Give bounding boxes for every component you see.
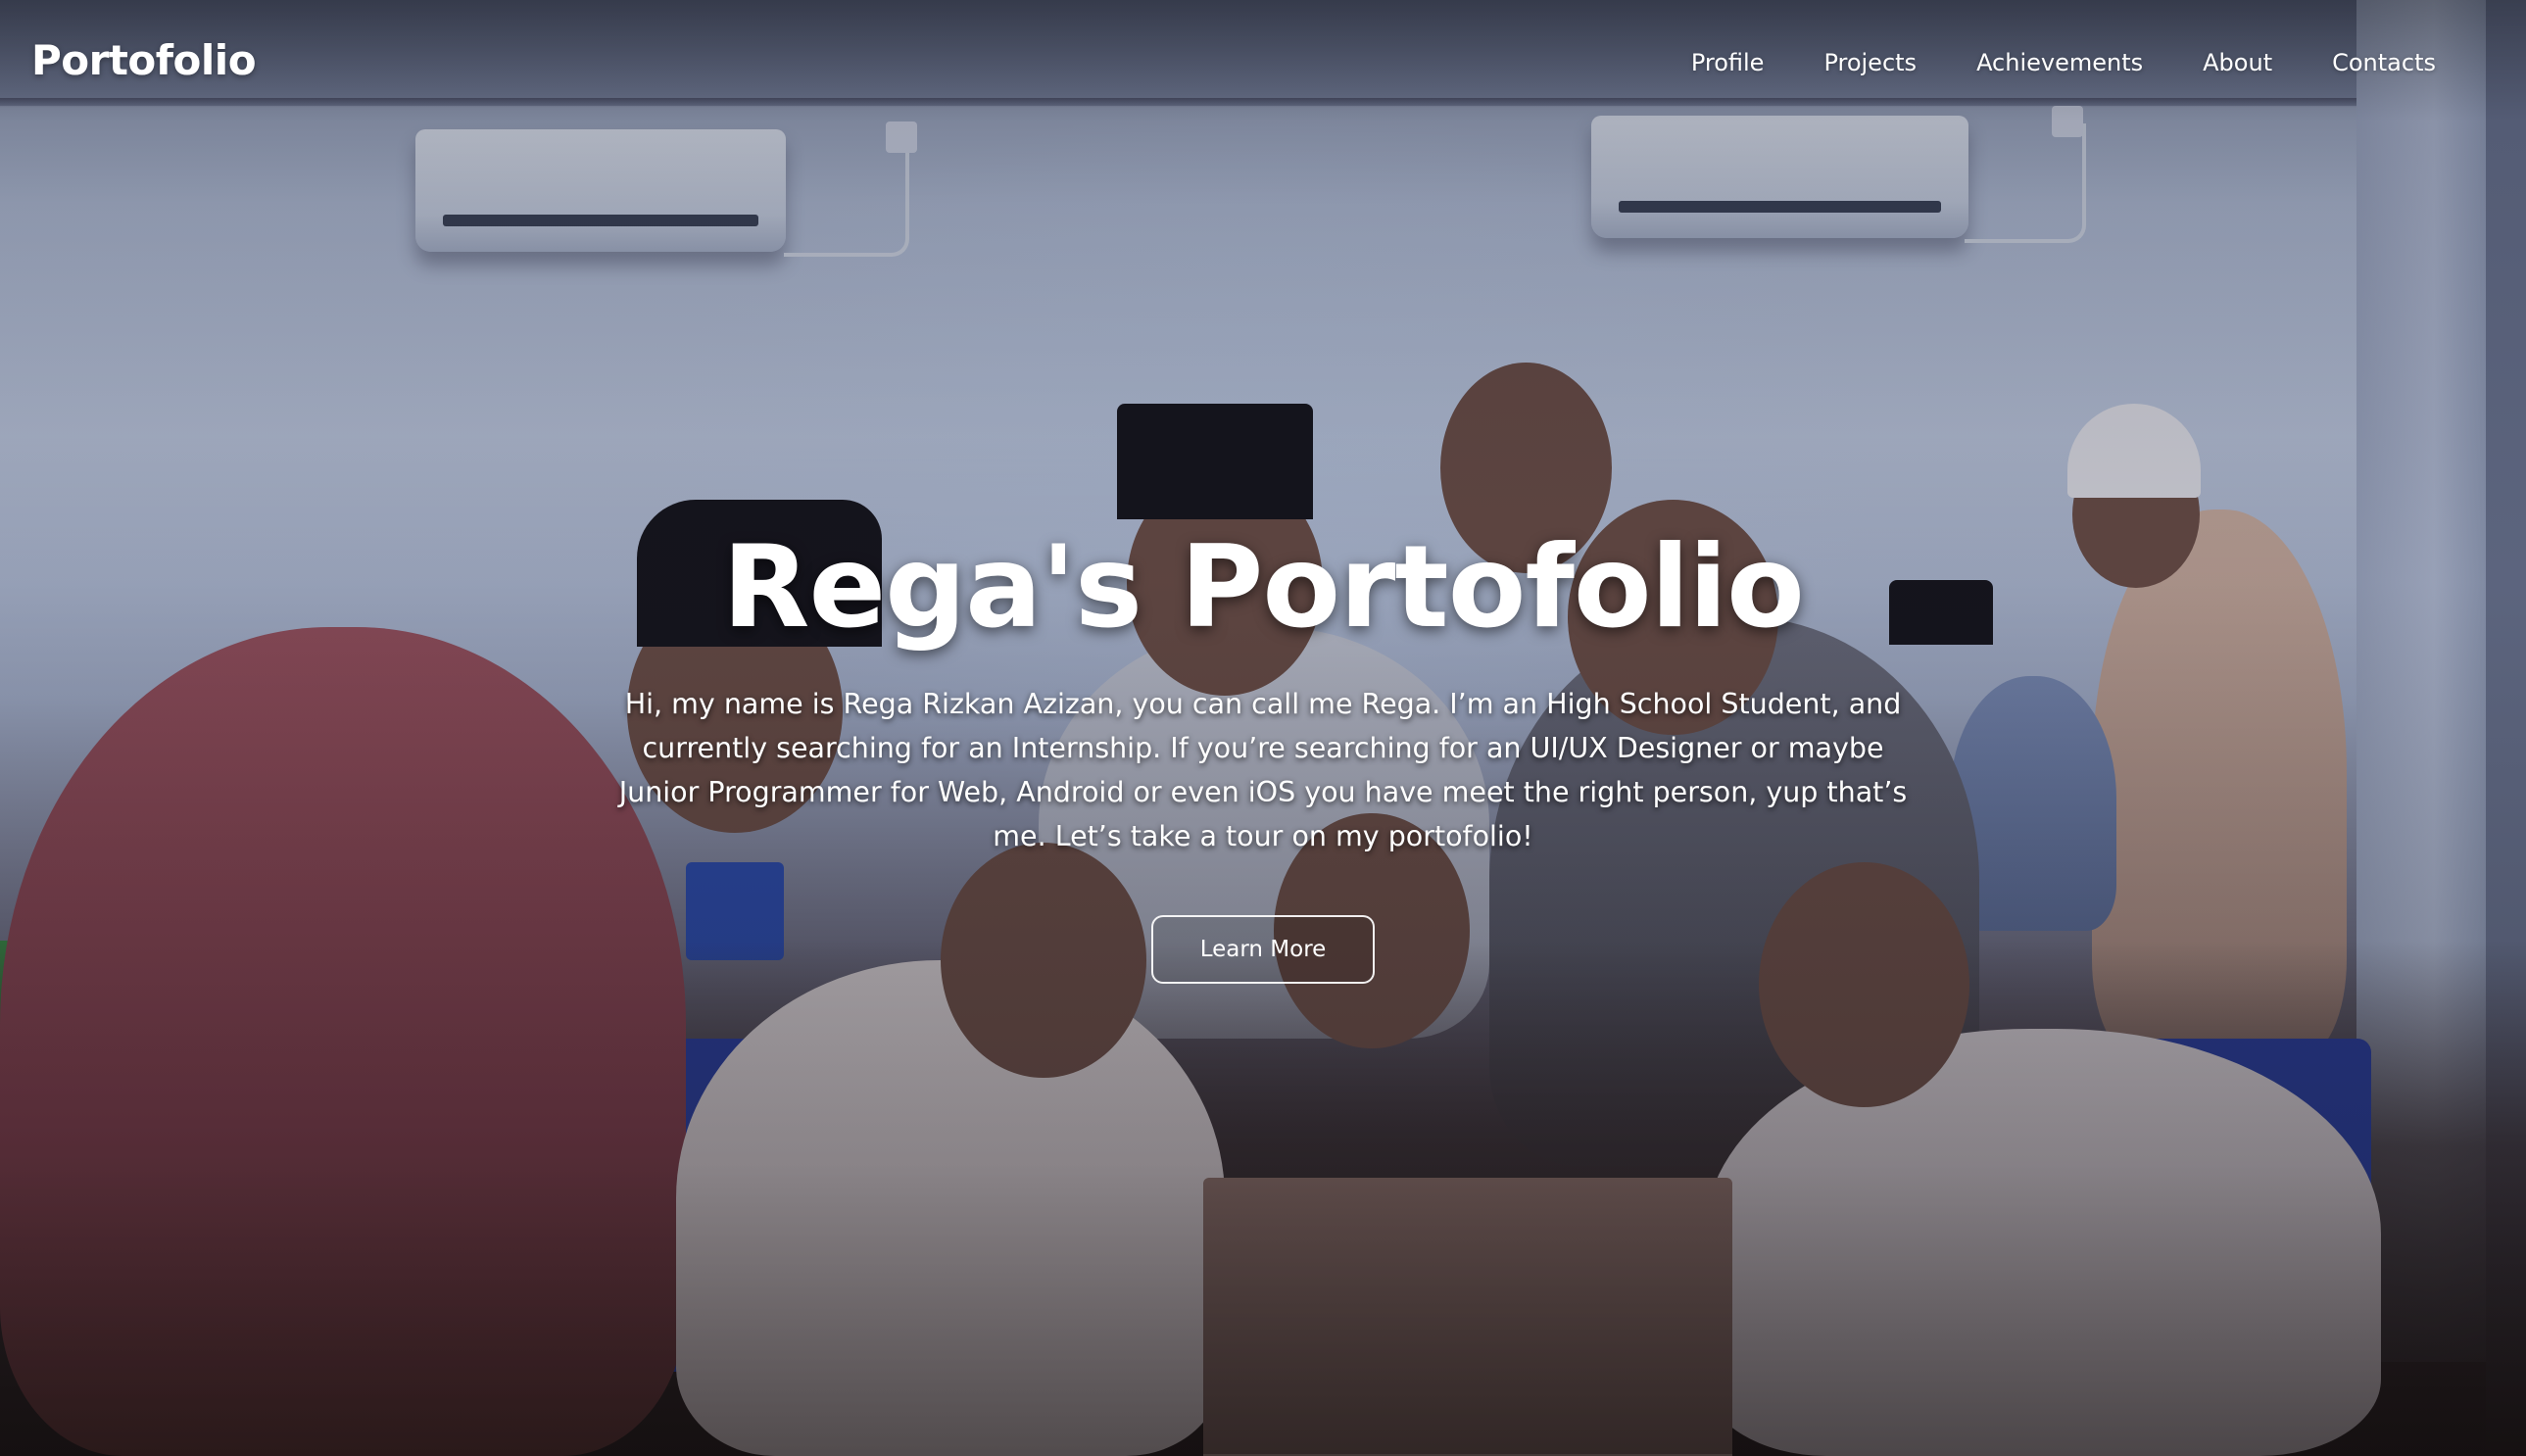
nav-link-projects[interactable]: Projects bbox=[1823, 39, 1917, 86]
nav-link-profile[interactable]: Profile bbox=[1691, 39, 1765, 86]
hero-section: Rega's Portofolio Hi, my name is Rega Ri… bbox=[577, 510, 1949, 984]
brand-logo[interactable]: Portofolio bbox=[31, 31, 257, 90]
nav-link-about[interactable]: About bbox=[2203, 39, 2272, 86]
hero-description: Hi, my name is Rega Rizkan Azizan, you c… bbox=[618, 688, 1908, 852]
nav-link-contacts[interactable]: Contacts bbox=[2332, 39, 2436, 86]
navbar: Portofolio Profile Projects Achievements… bbox=[0, 0, 2526, 121]
nav-links: Profile Projects Achievements About Cont… bbox=[1691, 39, 2436, 86]
learn-more-button[interactable]: Learn More bbox=[1151, 915, 1375, 984]
hero-title: Rega's Portofolio bbox=[722, 521, 1805, 654]
nav-link-achievements[interactable]: Achievements bbox=[1976, 39, 2143, 86]
